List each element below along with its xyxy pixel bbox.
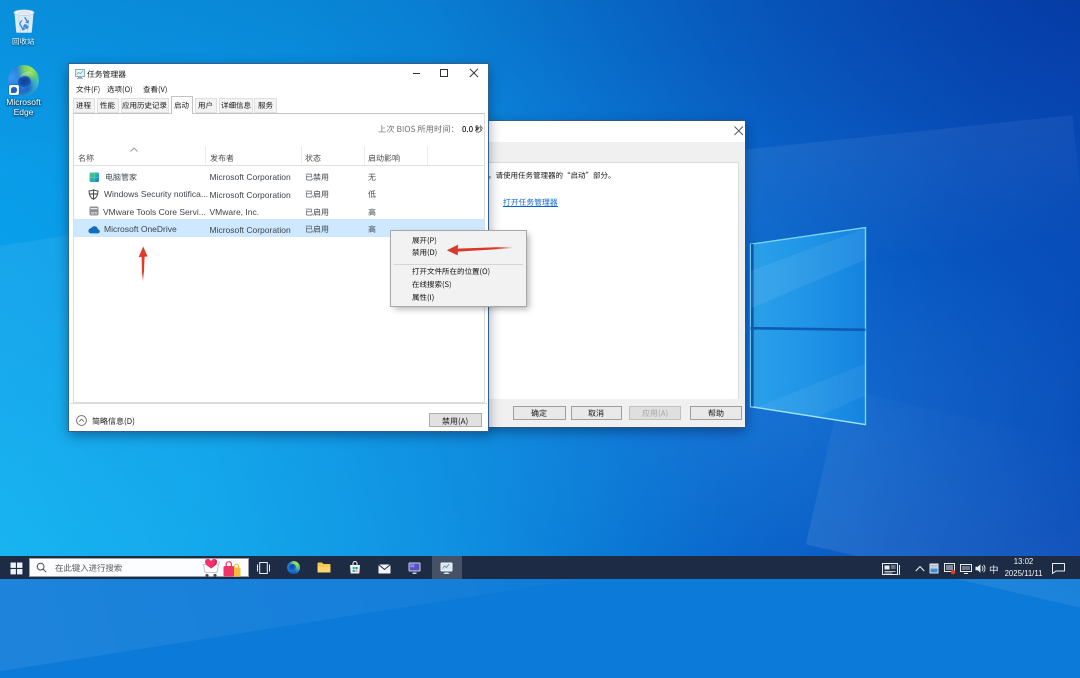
svg-text:vm: vm [90,210,96,215]
